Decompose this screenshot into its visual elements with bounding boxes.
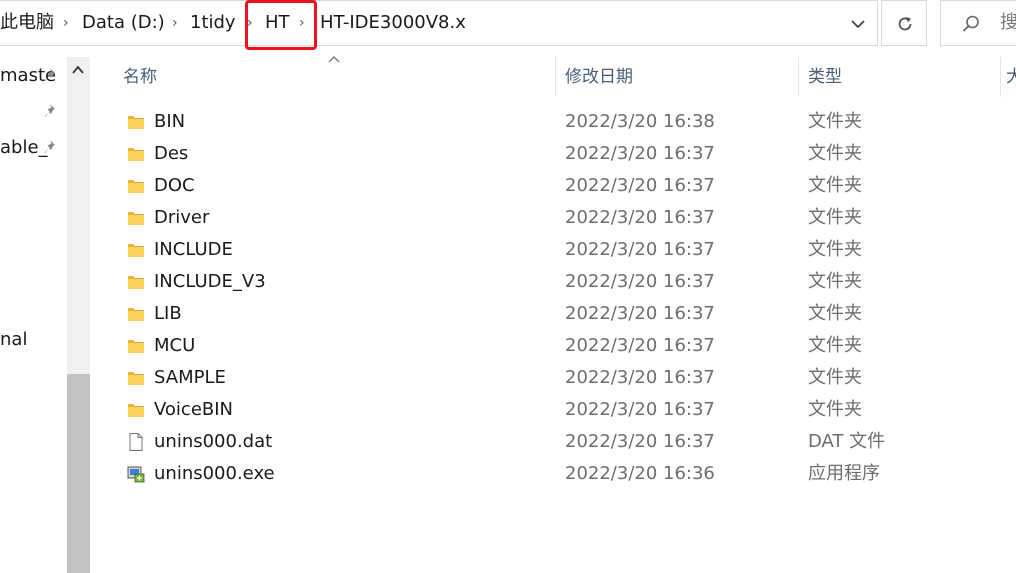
file-name: LIB — [154, 303, 182, 324]
file-type: DAT 文件 — [808, 431, 886, 452]
file-name: SAMPLE — [154, 367, 226, 388]
file-name: Driver — [154, 207, 210, 228]
file-name: INCLUDE_V3 — [154, 271, 266, 292]
file-row[interactable]: LIB 2022/3/20 16:37 文件夹 — [92, 298, 1016, 330]
file-name: BIN — [154, 111, 186, 132]
nav-item-table[interactable]: able_ — [0, 137, 48, 158]
column-header-date[interactable]: 修改日期 — [565, 57, 633, 97]
refresh-icon — [898, 17, 912, 31]
nav-item-nal[interactable]: nal — [0, 329, 27, 350]
scrollbar-thumb[interactable] — [67, 374, 90, 573]
file-name: MCU — [154, 335, 196, 356]
search-placeholder: 搜 — [1000, 12, 1016, 33]
file-date-modified: 2022/3/20 16:37 — [565, 367, 715, 388]
file-row[interactable]: DOC 2022/3/20 16:37 文件夹 — [92, 170, 1016, 202]
column-divider[interactable] — [555, 57, 556, 97]
file-type: 文件夹 — [808, 335, 862, 356]
folder-icon — [128, 340, 144, 353]
document-icon — [129, 433, 143, 451]
chevron-down-icon[interactable] — [848, 14, 868, 34]
pin-icon[interactable] — [44, 103, 60, 119]
file-type: 文件夹 — [808, 399, 862, 420]
file-date-modified: 2022/3/20 16:37 — [565, 175, 715, 196]
file-date-modified: 2022/3/20 16:37 — [565, 399, 715, 420]
highlight-box — [245, 0, 317, 50]
breadcrumb-separator-icon[interactable]: › — [172, 0, 178, 46]
file-name: Des — [154, 143, 189, 164]
folder-icon — [128, 148, 144, 161]
file-row[interactable]: unins000.dat 2022/3/20 16:37 DAT 文件 — [92, 426, 1016, 458]
column-header-name[interactable]: 名称 — [123, 57, 157, 97]
folder-icon — [128, 180, 144, 193]
column-divider[interactable] — [798, 57, 799, 97]
file-date-modified: 2022/3/20 16:37 — [565, 239, 715, 260]
breadcrumb-1tidy[interactable]: 1tidy — [190, 0, 236, 46]
file-name: DOC — [154, 175, 195, 196]
file-type: 文件夹 — [808, 271, 862, 292]
file-name: unins000.dat — [154, 431, 273, 452]
refresh-button[interactable] — [881, 0, 927, 46]
file-name: unins000.exe — [154, 463, 275, 484]
file-row[interactable]: Des 2022/3/20 16:37 文件夹 — [92, 138, 1016, 170]
file-row[interactable]: BIN 2022/3/20 16:38 文件夹 — [92, 106, 1016, 138]
file-type: 文件夹 — [808, 111, 862, 132]
breadcrumb-separator-icon[interactable]: › — [63, 0, 69, 46]
file-row[interactable]: unins000.exe 2022/3/20 16:36 应用程序 — [92, 458, 1016, 490]
folder-icon — [128, 116, 144, 129]
file-type: 文件夹 — [808, 143, 862, 164]
folder-icon — [128, 276, 144, 289]
file-date-modified: 2022/3/20 16:37 — [565, 207, 715, 228]
file-name: INCLUDE — [154, 239, 233, 260]
navigation-pane[interactable]: maste able_ nal — [0, 57, 67, 573]
file-row[interactable]: Driver 2022/3/20 16:37 文件夹 — [92, 202, 1016, 234]
file-type: 文件夹 — [808, 239, 862, 260]
folder-icon — [128, 372, 144, 385]
installer-icon — [127, 466, 145, 483]
folder-icon — [128, 404, 144, 417]
file-date-modified: 2022/3/20 16:37 — [565, 143, 715, 164]
file-row[interactable]: MCU 2022/3/20 16:37 文件夹 — [92, 330, 1016, 362]
folder-icon — [128, 212, 144, 225]
breadcrumb-this-pc[interactable]: 此电脑 — [0, 0, 54, 46]
file-type: 文件夹 — [808, 207, 862, 228]
file-date-modified: 2022/3/20 16:38 — [565, 111, 715, 132]
file-date-modified: 2022/3/20 16:36 — [565, 463, 715, 484]
file-date-modified: 2022/3/20 16:37 — [565, 271, 715, 292]
file-type: 文件夹 — [808, 367, 862, 388]
column-header-size[interactable]: 大 — [1006, 57, 1016, 97]
breadcrumb-current-folder[interactable]: HT-IDE3000V8.x — [320, 0, 466, 46]
file-row[interactable]: INCLUDE 2022/3/20 16:37 文件夹 — [92, 234, 1016, 266]
search-icon — [962, 15, 979, 32]
pin-icon[interactable] — [44, 67, 60, 83]
file-row[interactable]: SAMPLE 2022/3/20 16:37 文件夹 — [92, 362, 1016, 394]
folder-icon — [128, 244, 144, 257]
folder-icon — [128, 308, 144, 321]
file-type: 文件夹 — [808, 303, 862, 324]
file-type: 应用程序 — [808, 463, 880, 484]
file-date-modified: 2022/3/20 16:37 — [565, 431, 715, 452]
file-name: VoiceBIN — [154, 399, 234, 420]
pin-icon[interactable] — [44, 139, 60, 155]
file-date-modified: 2022/3/20 16:37 — [565, 335, 715, 356]
file-type: 文件夹 — [808, 175, 862, 196]
column-divider[interactable] — [1000, 57, 1001, 97]
breadcrumb-drive[interactable]: Data (D:) — [82, 0, 165, 46]
file-row[interactable]: VoiceBIN 2022/3/20 16:37 文件夹 — [92, 394, 1016, 426]
scroll-up-arrow-icon[interactable] — [70, 62, 86, 78]
column-header-type[interactable]: 类型 — [808, 57, 842, 97]
file-date-modified: 2022/3/20 16:37 — [565, 303, 715, 324]
sort-ascending-icon — [328, 56, 340, 63]
file-row[interactable]: INCLUDE_V3 2022/3/20 16:37 文件夹 — [92, 266, 1016, 298]
